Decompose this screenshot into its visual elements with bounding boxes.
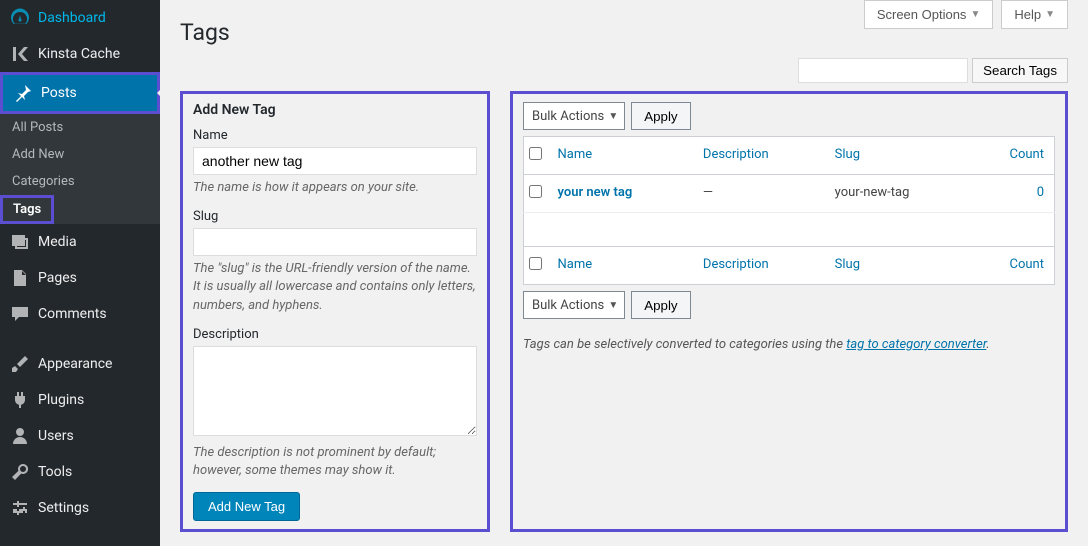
search-tags-input[interactable]	[798, 58, 968, 83]
kinsta-icon	[10, 44, 30, 64]
name-help: The name is how it appears on your site.	[193, 179, 477, 197]
wrench-icon	[10, 462, 30, 482]
tag-slug-input[interactable]	[193, 228, 477, 256]
tag-to-category-link[interactable]: tag to category converter	[846, 337, 986, 352]
col-name[interactable]: Name	[558, 147, 593, 162]
posts-submenu: All Posts Add New Categories Tags	[0, 114, 160, 224]
name-label: Name	[193, 128, 477, 143]
add-tag-form: Add New Tag Name The name is how it appe…	[180, 91, 490, 532]
col-count-foot[interactable]: Count	[1010, 257, 1044, 272]
submenu-all-posts[interactable]: All Posts	[0, 114, 160, 141]
search-row: Search Tags	[180, 58, 1068, 83]
col-slug[interactable]: Slug	[835, 147, 860, 162]
main-content: Screen Options▼ Help▼ Tags Search Tags A…	[160, 0, 1088, 546]
sidebar-label: Tools	[38, 464, 72, 480]
sidebar-item-kinsta-cache[interactable]: Kinsta Cache	[0, 36, 160, 72]
sidebar-label: Plugins	[38, 392, 84, 408]
bulk-actions-label: Bulk Actions	[532, 109, 604, 124]
posts-highlight: Posts	[0, 72, 160, 114]
select-all-checkbox-bottom[interactable]	[529, 257, 542, 270]
tag-description-textarea[interactable]	[193, 346, 477, 436]
bulk-actions-label: Bulk Actions	[532, 298, 604, 313]
sidebar-item-posts[interactable]: Posts	[3, 75, 157, 111]
col-description-foot[interactable]: Description	[703, 257, 769, 272]
sidebar-item-comments[interactable]: Comments	[0, 296, 160, 332]
form-heading: Add New Tag	[193, 102, 477, 118]
sidebar-label: Posts	[41, 85, 77, 101]
col-description[interactable]: Description	[703, 147, 769, 162]
screen-options-label: Screen Options	[877, 7, 967, 22]
tag-slug-cell: your-new-tag	[825, 175, 970, 213]
tag-count-link[interactable]: 0	[1037, 185, 1044, 200]
sidebar-label: Pages	[38, 270, 77, 286]
tags-highlight: Tags	[0, 195, 54, 224]
search-tags-button[interactable]: Search Tags	[972, 58, 1068, 83]
gauge-icon	[10, 8, 30, 28]
bulk-actions-select-bottom[interactable]: Bulk Actions ▼	[523, 291, 625, 319]
sidebar-label: Settings	[38, 500, 89, 516]
tag-name-input[interactable]	[193, 147, 477, 175]
note-text-before: Tags can be selectively converted to cat…	[523, 337, 846, 352]
apply-button-top[interactable]: Apply	[631, 102, 690, 130]
help-button[interactable]: Help ▼	[1001, 0, 1068, 29]
col-count[interactable]: Count	[1010, 147, 1044, 162]
tag-name-link[interactable]: your new tag	[558, 185, 633, 200]
submenu-add-new[interactable]: Add New	[0, 141, 160, 168]
help-label: Help	[1014, 7, 1041, 22]
screen-options-button[interactable]: Screen Options▼	[864, 0, 994, 29]
caret-down-icon: ▼	[608, 300, 618, 311]
sidebar-label: Kinsta Cache	[38, 46, 120, 62]
tags-list-panel: Bulk Actions ▼ Apply Name Description Slu…	[510, 91, 1068, 532]
sidebar-label: Media	[38, 234, 77, 250]
tag-description-cell: —	[693, 175, 825, 213]
page-icon	[10, 268, 30, 288]
user-icon	[10, 426, 30, 446]
description-help: The description is not prominent by defa…	[193, 444, 477, 480]
sidebar-item-users[interactable]: Users	[0, 418, 160, 454]
sliders-icon	[10, 498, 30, 518]
sidebar-item-media[interactable]: Media	[0, 224, 160, 260]
top-buttons: Screen Options▼ Help▼	[864, 0, 1068, 29]
tags-table: Name Description Slug Count your new tag…	[523, 136, 1055, 285]
sidebar-item-pages[interactable]: Pages	[0, 260, 160, 296]
submenu-tags[interactable]: Tags	[3, 198, 51, 221]
slug-help: The "slug" is the URL-friendly version o…	[193, 260, 477, 315]
col-name-foot[interactable]: Name	[558, 257, 593, 272]
submenu-categories[interactable]: Categories	[0, 168, 160, 195]
bulk-actions-bottom: Bulk Actions ▼ Apply	[523, 291, 1055, 319]
bulk-actions-select[interactable]: Bulk Actions ▼	[523, 102, 625, 130]
bulk-actions-top: Bulk Actions ▼ Apply	[523, 102, 1055, 130]
sidebar-item-appearance[interactable]: Appearance	[0, 346, 160, 382]
caret-down-icon: ▼	[1045, 9, 1055, 20]
col-slug-foot[interactable]: Slug	[835, 257, 860, 272]
brush-icon	[10, 354, 30, 374]
sidebar-item-dashboard[interactable]: Dashboard	[0, 0, 160, 36]
comment-icon	[10, 304, 30, 324]
description-label: Description	[193, 327, 477, 342]
slug-label: Slug	[193, 209, 477, 224]
sidebar-item-settings[interactable]: Settings	[0, 490, 160, 526]
sidebar-label: Dashboard	[38, 10, 106, 26]
media-icon	[10, 232, 30, 252]
plug-icon	[10, 390, 30, 410]
sidebar-item-tools[interactable]: Tools	[0, 454, 160, 490]
sidebar-label: Appearance	[38, 356, 112, 372]
sidebar-label: Users	[38, 428, 74, 444]
sidebar-item-plugins[interactable]: Plugins	[0, 382, 160, 418]
caret-down-icon: ▼	[970, 9, 980, 20]
sidebar-label: Comments	[38, 306, 107, 322]
note-text-after: .	[986, 337, 989, 352]
caret-down-icon: ▼	[608, 111, 618, 122]
select-all-checkbox[interactable]	[529, 147, 542, 160]
add-new-tag-button[interactable]: Add New Tag	[193, 492, 300, 521]
table-row: your new tag — your-new-tag 0	[524, 175, 1055, 213]
apply-button-bottom[interactable]: Apply	[631, 291, 690, 319]
convert-note: Tags can be selectively converted to cat…	[523, 337, 1055, 352]
row-checkbox[interactable]	[529, 185, 542, 198]
pin-icon	[13, 83, 33, 103]
admin-sidebar: Dashboard Kinsta Cache Posts All Posts A…	[0, 0, 160, 546]
